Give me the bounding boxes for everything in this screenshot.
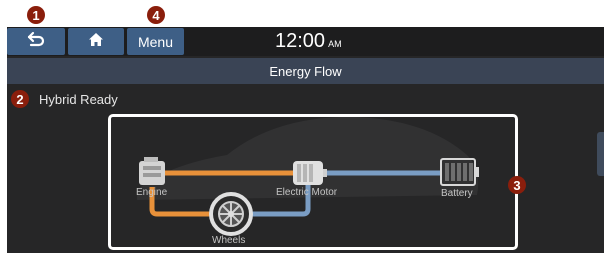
engine-icon: [139, 157, 165, 185]
menu-button[interactable]: Menu: [127, 28, 184, 55]
clock-ampm: AM: [328, 39, 342, 49]
electric-motor-label: Electric Motor: [276, 187, 338, 198]
infotainment-screen: Menu 12:00 AM Energy Flow Hybrid Ready E…: [7, 27, 604, 253]
clock: 12:00 AM: [275, 30, 342, 53]
callout-1: 1: [27, 6, 45, 24]
side-panel-handle[interactable]: [597, 132, 604, 176]
back-button[interactable]: [7, 28, 65, 55]
callout-3: 3: [508, 176, 526, 194]
hybrid-status: Hybrid Ready: [39, 92, 118, 107]
back-arrow-icon: [26, 30, 46, 53]
battery-icon: [440, 158, 479, 186]
engine-label: Engine: [136, 187, 168, 198]
energy-flow-diagram: Engine Electric Motor Battery Wheels: [108, 114, 518, 250]
home-icon: [88, 32, 104, 52]
top-bar: Menu 12:00 AM: [7, 27, 604, 56]
callout-4: 4: [147, 6, 165, 24]
callout-2: 2: [11, 90, 29, 108]
wheel-icon: [209, 192, 253, 236]
page-title: Energy Flow: [7, 58, 604, 84]
home-button[interactable]: [68, 28, 124, 55]
clock-time: 12:00: [275, 30, 326, 52]
electric-motor-icon: [293, 161, 327, 185]
battery-label: Battery: [441, 188, 473, 199]
wheels-label: Wheels: [212, 235, 246, 246]
